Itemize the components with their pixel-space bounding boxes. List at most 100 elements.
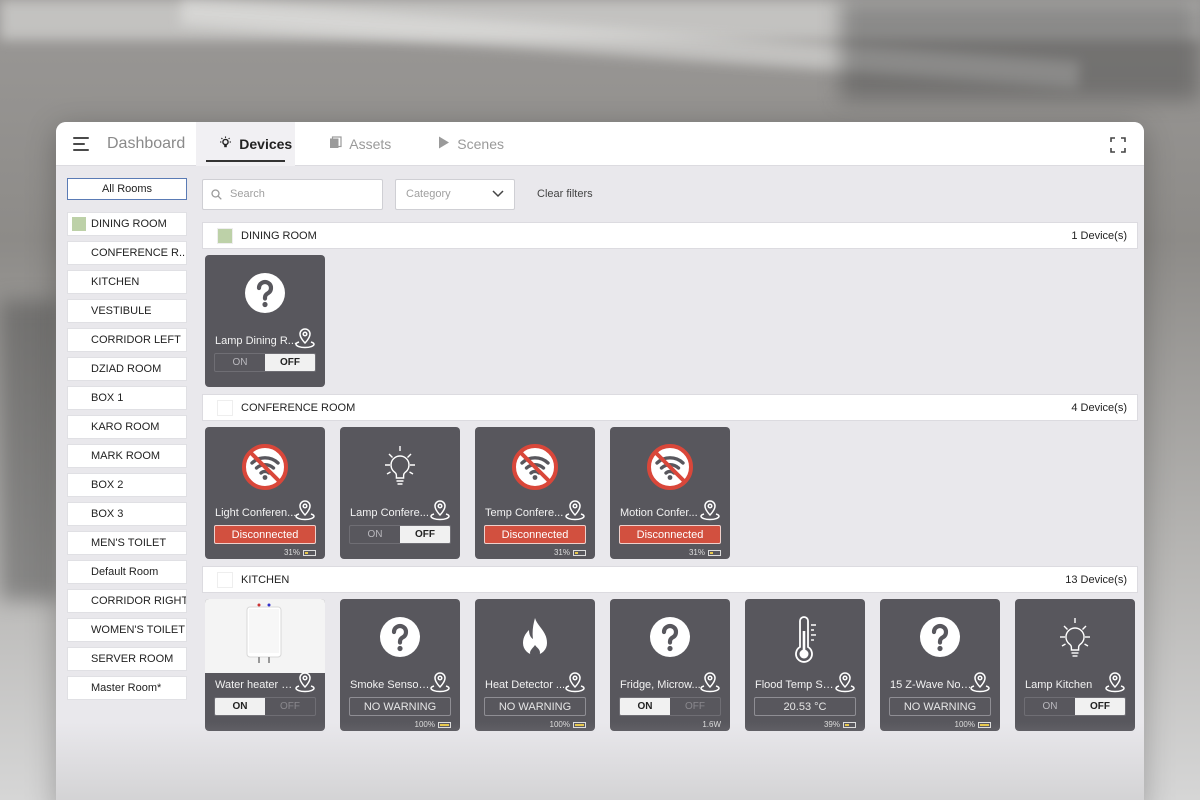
location-pin-icon[interactable]: [565, 499, 585, 521]
device-card[interactable]: Lamp Dining R... ON OFF: [205, 255, 325, 387]
bulb-icon: [340, 443, 460, 489]
fullscreen-icon[interactable]: [1110, 137, 1126, 153]
battery-indicator: 100%: [415, 720, 451, 729]
tab-label: Assets: [349, 135, 392, 152]
battery-level: 31%: [688, 548, 705, 557]
room-filter-2[interactable]: KITCHEN: [67, 270, 187, 294]
location-pin-icon[interactable]: [565, 671, 585, 693]
room-filter-10[interactable]: BOX 3: [67, 502, 187, 526]
toggle-on[interactable]: ON: [215, 354, 265, 371]
question-icon: [340, 615, 460, 661]
dashboard-link[interactable]: Dashboard: [107, 135, 185, 153]
device-card[interactable]: Flood Temp Se... 20.53 °C 39%: [745, 599, 865, 731]
device-card[interactable]: Heat Detector ... NO WARNING 100%: [475, 599, 595, 731]
toggle-off[interactable]: OFF: [400, 526, 450, 543]
device-card[interactable]: Lamp Confere... ON OFF: [340, 427, 460, 559]
device-count: 13 Device(s): [1065, 573, 1127, 586]
section-title: KITCHEN: [241, 573, 290, 586]
room-filter-0[interactable]: DINING ROOM: [67, 212, 187, 236]
battery-indicator: 31%: [284, 548, 316, 557]
section-title-group: DINING ROOM: [217, 227, 317, 244]
device-card[interactable]: Motion Confer... Disconnected 31%: [610, 427, 730, 559]
background-shadow: [840, 0, 1200, 100]
search-input[interactable]: Search: [202, 178, 383, 210]
power-toggle[interactable]: ON OFF: [1024, 697, 1126, 716]
category-placeholder: Category: [406, 188, 451, 200]
power-toggle[interactable]: ON OFF: [619, 697, 721, 716]
thermometer-icon: [745, 615, 865, 663]
device-name: Fridge, Microw...: [620, 679, 701, 691]
power-toggle[interactable]: ON OFF: [349, 525, 451, 544]
status-box: NO WARNING: [484, 697, 586, 716]
device-card[interactable]: Water heater K... ON OFF: [205, 599, 325, 731]
power-toggle[interactable]: ON OFF: [214, 353, 316, 372]
room-label: Default Room: [91, 566, 159, 578]
toggle-on[interactable]: ON: [1025, 698, 1075, 715]
room-label: BOX 3: [91, 508, 124, 520]
section-title: DINING ROOM: [241, 229, 317, 242]
toggle-on[interactable]: ON: [620, 698, 670, 715]
battery-icon: [978, 721, 991, 728]
location-pin-icon[interactable]: [700, 671, 720, 693]
room-filter-7[interactable]: KARO ROOM: [67, 415, 187, 439]
room-filter-12[interactable]: Default Room: [67, 560, 187, 584]
toggle-off[interactable]: OFF: [265, 698, 315, 715]
toggle-on[interactable]: ON: [350, 526, 400, 543]
power-toggle[interactable]: ON OFF: [214, 697, 316, 716]
device-card[interactable]: Smoke Sensor ... NO WARNING 100%: [340, 599, 460, 731]
device-card[interactable]: Fridge, Microw... ON OFF 1.6W: [610, 599, 730, 731]
power-reading: 1.6W: [702, 720, 721, 729]
room-filter-1[interactable]: CONFERENCE R...: [67, 241, 187, 265]
location-pin-icon[interactable]: [430, 671, 450, 693]
tab-assets[interactable]: Assets: [317, 122, 403, 166]
location-pin-icon[interactable]: [970, 671, 990, 693]
toggle-off[interactable]: OFF: [670, 698, 720, 715]
location-pin-icon[interactable]: [700, 499, 720, 521]
room-filter-15[interactable]: SERVER ROOM: [67, 647, 187, 671]
battery-level: 31%: [283, 548, 300, 557]
room-filter-8[interactable]: MARK ROOM: [67, 444, 187, 468]
section-header[interactable]: CONFERENCE ROOM 4 Device(s): [202, 394, 1138, 421]
room-filter-13[interactable]: CORRIDOR RIGHT: [67, 589, 187, 613]
room-filter-5[interactable]: DZIAD ROOM: [67, 357, 187, 381]
room-filter-3[interactable]: VESTIBULE: [67, 299, 187, 323]
device-card[interactable]: Lamp Kitchen ON OFF: [1015, 599, 1135, 731]
room-color-swatch: [72, 246, 86, 260]
device-name: Smoke Sensor ...: [350, 679, 432, 691]
device-name: Motion Confer...: [620, 507, 698, 519]
menu-icon[interactable]: [73, 136, 89, 151]
toggle-off[interactable]: OFF: [1075, 698, 1125, 715]
room-filter-11[interactable]: MEN'S TOILET: [67, 531, 187, 555]
room-filter-6[interactable]: BOX 1: [67, 386, 187, 410]
section-header[interactable]: DINING ROOM 1 Device(s): [202, 222, 1138, 249]
device-card[interactable]: 15 Z-Wave Node NO WARNING 100%: [880, 599, 1000, 731]
room-filter-9[interactable]: BOX 2: [67, 473, 187, 497]
assets-icon: [329, 135, 342, 152]
location-pin-icon[interactable]: [835, 671, 855, 693]
device-card[interactable]: Temp Confere... Disconnected 31%: [475, 427, 595, 559]
location-pin-icon[interactable]: [430, 499, 450, 521]
location-pin-icon[interactable]: [295, 499, 315, 521]
clear-filters-button[interactable]: Clear filters: [537, 188, 593, 200]
battery-level: 39%: [823, 720, 840, 729]
room-filter-4[interactable]: CORRIDOR LEFT: [67, 328, 187, 352]
location-pin-icon[interactable]: [1105, 671, 1125, 693]
toggle-on[interactable]: ON: [215, 698, 265, 715]
category-dropdown[interactable]: Category: [395, 178, 515, 210]
device-name: Light Conferen...: [215, 507, 297, 519]
all-rooms-button[interactable]: All Rooms: [67, 178, 187, 200]
room-color-swatch: [217, 227, 233, 244]
toggle-off[interactable]: OFF: [265, 354, 315, 371]
device-card[interactable]: Light Conferen... Disconnected 31%: [205, 427, 325, 559]
location-pin-icon[interactable]: [295, 327, 315, 349]
tab-scenes[interactable]: Scenes: [425, 122, 516, 166]
device-count: 1 Device(s): [1071, 229, 1127, 242]
no-wifi-icon: [475, 443, 595, 490]
tab-devices[interactable]: Devices: [196, 122, 296, 166]
status-box: 20.53 °C: [754, 697, 856, 716]
location-pin-icon[interactable]: [295, 671, 315, 693]
section-header[interactable]: KITCHEN 13 Device(s): [202, 566, 1138, 593]
room-filter-16[interactable]: Master Room*: [67, 676, 187, 700]
room-color-swatch: [72, 420, 86, 434]
room-filter-14[interactable]: WOMEN'S TOILET: [67, 618, 187, 642]
